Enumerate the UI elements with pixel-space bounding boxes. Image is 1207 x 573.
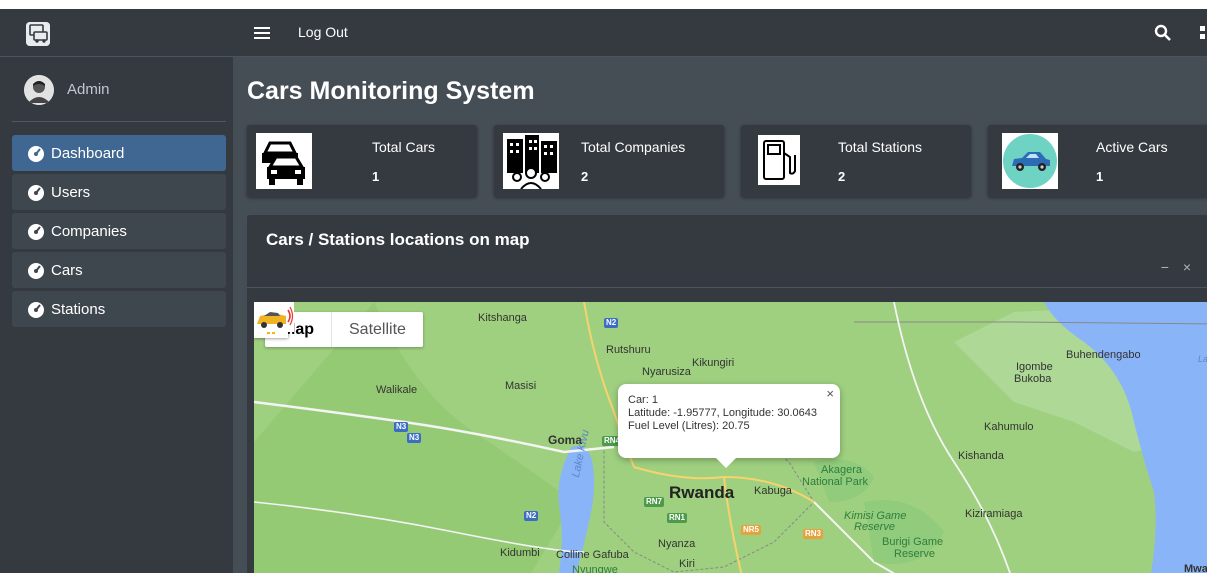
map-type-satellite-button[interactable]: Satellite xyxy=(331,312,423,347)
sidebar: Admin Dashboard Users Companies Cars Sta… xyxy=(0,9,233,573)
map-label-lake: Lake xyxy=(1198,354,1207,364)
map-label: Kabuga xyxy=(754,485,792,497)
top-strip xyxy=(0,0,1207,9)
stat-total-stations: Total Stations 2 xyxy=(741,125,971,197)
bus-logo-icon xyxy=(26,22,50,46)
road-shield: N3 xyxy=(394,422,409,432)
map-label: Masisi xyxy=(505,380,537,392)
car-icon xyxy=(1002,133,1058,189)
stat-value: 2 xyxy=(838,169,846,184)
sidebar-item-label: Cars xyxy=(51,261,83,279)
sidebar-item-dashboard[interactable]: Dashboard xyxy=(12,135,226,171)
dashboard-icon xyxy=(28,263,44,279)
stat-total-companies: Total Companies 2 xyxy=(494,125,724,197)
fuel-station-icon xyxy=(758,135,800,185)
google-map[interactable]: Map Satellite Kitshanga Rutshuru Kikungi… xyxy=(254,302,1207,573)
map-label: Reserve xyxy=(894,548,935,560)
info-coordinates: Latitude: -1.95777, Longitude: 30.0643 xyxy=(628,407,817,419)
sidebar-item-companies[interactable]: Companies xyxy=(12,213,226,249)
sidebar-item-stations[interactable]: Stations xyxy=(12,291,226,327)
dashboard-icon xyxy=(28,302,44,318)
map-label: Bukoba xyxy=(1014,373,1052,385)
map-label: Reserve xyxy=(854,521,895,533)
fullscreen-toggle-icon[interactable] xyxy=(1199,25,1207,41)
road-shield: RN1 xyxy=(667,513,688,523)
dashboard-icon xyxy=(28,224,44,240)
cars-icon xyxy=(256,133,312,189)
stat-label: Total Stations xyxy=(838,139,923,155)
road-shield: N3 xyxy=(407,433,422,443)
remove-button[interactable]: × xyxy=(1183,259,1191,275)
stat-active-cars: Active Cars 1 xyxy=(988,125,1207,197)
map-label: Colline Gafuba xyxy=(556,549,629,561)
page-title: Cars Monitoring System xyxy=(247,77,535,105)
map-label: Kahumulo xyxy=(984,421,1034,433)
map-label: Kidumbi xyxy=(500,547,540,559)
brand[interactable] xyxy=(0,9,233,57)
info-window-close-button[interactable]: × xyxy=(826,386,834,401)
stat-label: Active Cars xyxy=(1096,139,1168,155)
car-marker-icon[interactable] xyxy=(254,302,294,332)
map-label: Burigi Game xyxy=(882,536,944,548)
stat-label: Total Companies xyxy=(581,139,686,155)
road-shield: RN7 xyxy=(644,497,665,507)
map-label: Kitshanga xyxy=(478,312,527,324)
map-label: Walikale xyxy=(376,384,418,396)
info-window-tail xyxy=(716,458,736,468)
map-label: Buhendengabo xyxy=(1066,349,1141,361)
top-navbar: Log Out xyxy=(233,9,1207,57)
info-car: Car: 1 xyxy=(628,394,658,406)
companies-icon xyxy=(503,133,559,189)
map-label: Akagera xyxy=(821,464,862,476)
logout-link[interactable]: Log Out xyxy=(298,24,348,40)
map-label: Nyanza xyxy=(658,538,696,550)
road-shield: NR5 xyxy=(741,525,762,535)
user-name[interactable]: Admin xyxy=(67,81,110,98)
sidebar-item-label: Companies xyxy=(51,222,127,240)
app-frame: Admin Dashboard Users Companies Cars Sta… xyxy=(0,0,1207,573)
map-label: Nyungwe xyxy=(572,564,618,573)
map-label: Kishanda xyxy=(958,450,1004,462)
main-content: Cars Monitoring System Total Cars 1 Tota… xyxy=(233,57,1207,573)
road-shield: N2 xyxy=(524,511,539,521)
map-label: Kiziramiaga xyxy=(965,508,1023,520)
collapse-button[interactable]: − xyxy=(1161,259,1169,275)
map-label: Rutshuru xyxy=(606,344,651,356)
hamburger-menu-icon[interactable] xyxy=(253,24,271,42)
user-panel[interactable]: Admin xyxy=(12,58,226,122)
dashboard-icon xyxy=(28,185,44,201)
info-fuel-level: Fuel Level (Litres): 20.75 xyxy=(628,420,750,432)
stat-label: Total Cars xyxy=(372,139,436,155)
map-card: Cars / Stations locations on map − × Map… xyxy=(247,215,1207,573)
sidebar-item-users[interactable]: Users xyxy=(12,174,226,210)
stat-total-cars: Total Cars 1 xyxy=(247,125,477,197)
map-card-title: Cars / Stations locations on map xyxy=(266,230,530,249)
map-label: Igombe xyxy=(1016,361,1053,373)
road-shield: RN3 xyxy=(803,529,824,539)
search-icon[interactable] xyxy=(1153,23,1173,43)
card-tools: − × xyxy=(1161,259,1191,275)
stat-value: 1 xyxy=(1096,169,1104,184)
sidebar-item-label: Dashboard xyxy=(51,144,125,162)
map-label-country: Rwanda xyxy=(669,483,735,502)
map-label: Mwa xyxy=(1184,563,1207,573)
avatar xyxy=(24,75,54,105)
road-shield: N2 xyxy=(604,318,619,328)
stat-value: 1 xyxy=(372,169,380,184)
dashboard-icon xyxy=(28,146,44,162)
map-label: Kikungiri xyxy=(692,357,735,369)
sidebar-item-label: Users xyxy=(51,183,91,201)
sidebar-item-cars[interactable]: Cars xyxy=(12,252,226,288)
map-label: National Park xyxy=(802,476,869,488)
stat-value: 2 xyxy=(581,169,589,184)
sidebar-item-label: Stations xyxy=(51,300,106,318)
card-divider xyxy=(247,287,1207,288)
map-info-window: Car: 1 Latitude: -1.95777, Longitude: 30… xyxy=(618,384,840,468)
map-label: Nyarusiza xyxy=(642,366,691,378)
map-label: Kiri xyxy=(679,558,695,570)
sidebar-nav: Dashboard Users Companies Cars Stations xyxy=(12,135,226,330)
